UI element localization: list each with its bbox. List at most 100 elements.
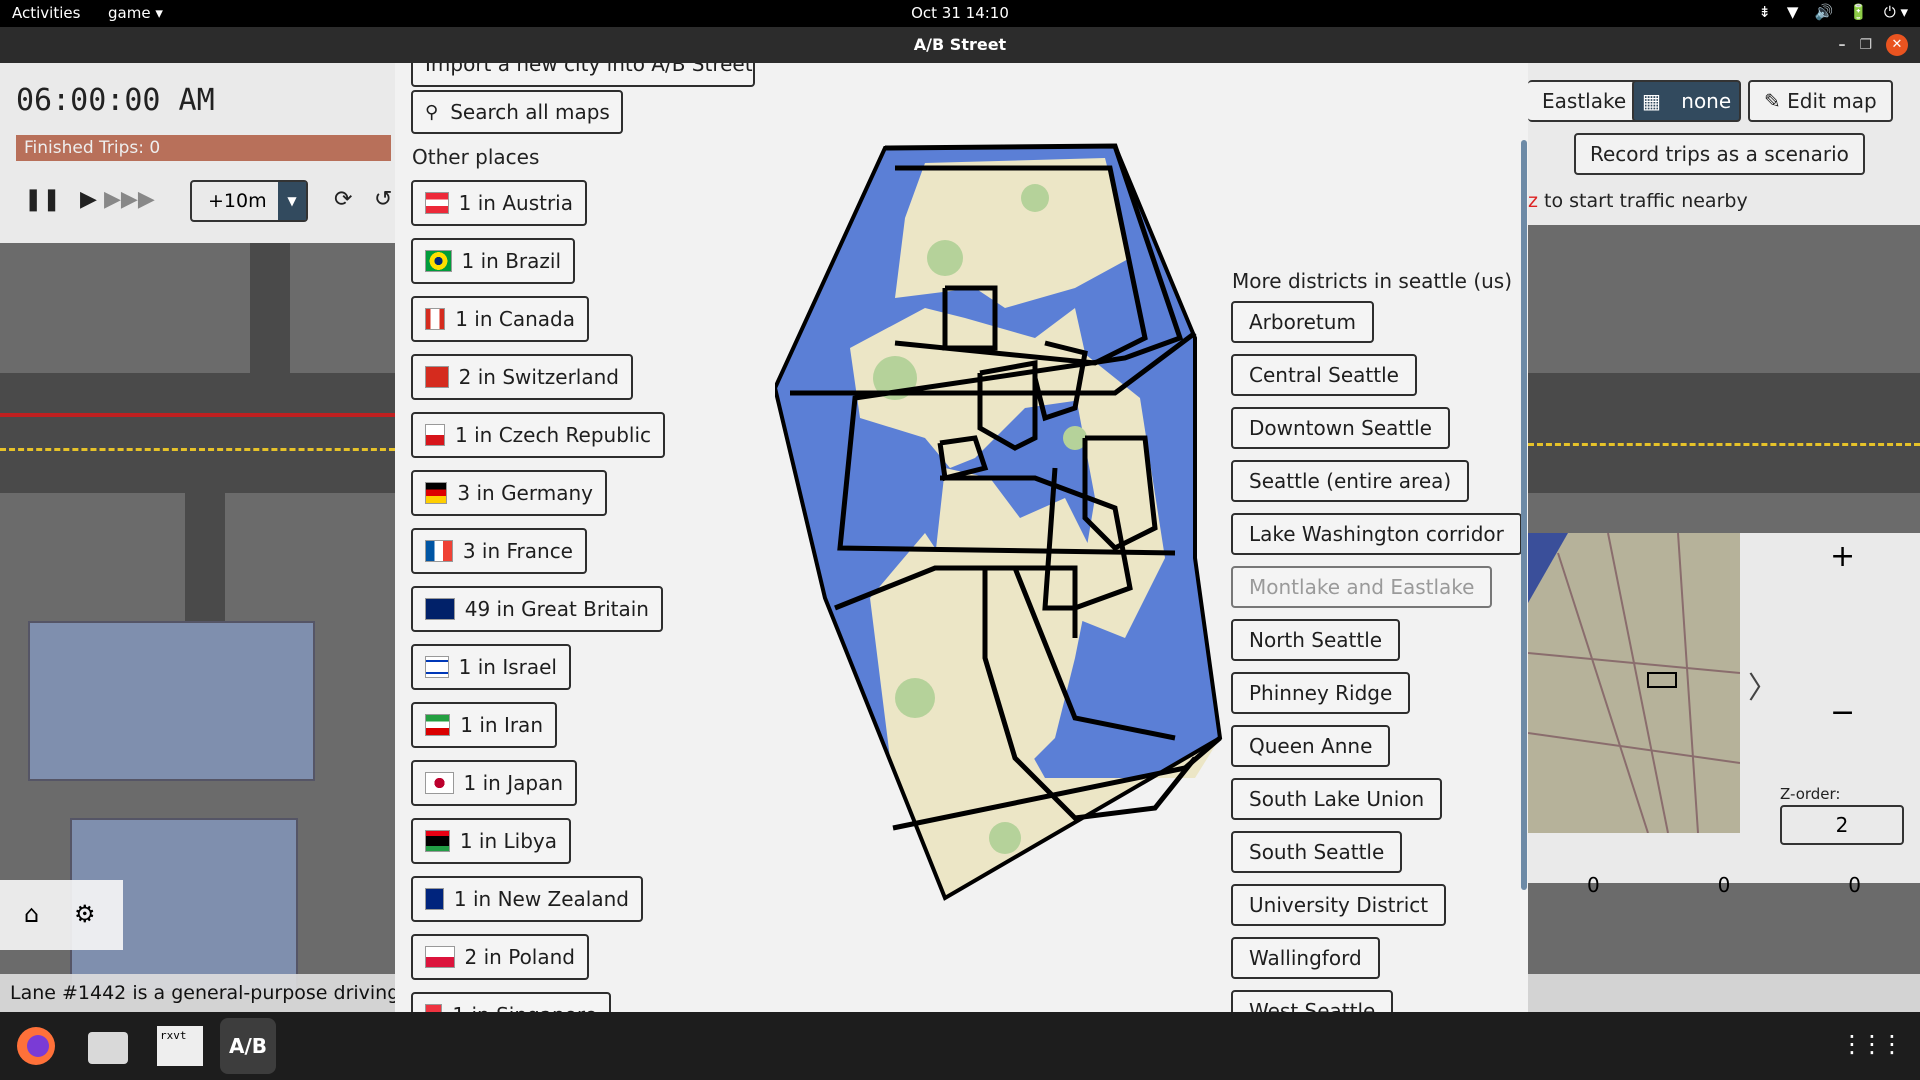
district-button[interactable]: Seattle (entire area) [1231, 460, 1470, 502]
district-button[interactable]: Downtown Seattle [1231, 407, 1450, 449]
country-button[interactable]: 1 in Israel [411, 644, 571, 690]
zoom-in-icon[interactable]: + [1830, 539, 1855, 574]
country-button[interactable]: 1 in New Zealand [411, 876, 643, 922]
wifi-icon[interactable]: ▼ [1787, 3, 1799, 21]
district-button[interactable]: Queen Anne [1231, 725, 1391, 767]
district-label: Phinney Ridge [1249, 681, 1393, 705]
district-button[interactable]: Phinney Ridge [1231, 672, 1411, 714]
abstreet-icon[interactable]: A/B [220, 1018, 276, 1074]
window-title: A/B Street [913, 35, 1007, 54]
district-button[interactable]: South Lake Union [1231, 778, 1443, 820]
clock[interactable]: Oct 31 14:10 [0, 4, 1920, 22]
scenario-picker[interactable]: ▦ none [1632, 80, 1742, 122]
bus-count: 0 [1717, 873, 1731, 897]
home-icon[interactable]: ⌂ [24, 900, 39, 928]
minimap[interactable] [1527, 532, 1741, 834]
district-button[interactable]: Wallingford [1231, 937, 1380, 979]
chevron-right-icon[interactable]: 〉 [1748, 663, 1778, 707]
country-button[interactable]: 1 in Libya [411, 818, 571, 864]
zoom-out-icon[interactable]: − [1830, 695, 1855, 730]
search-label: Search all maps [450, 100, 610, 124]
edit-map-button[interactable]: ✎ Edit map [1748, 80, 1893, 122]
volume-icon[interactable]: 🔊 [1814, 3, 1833, 21]
country-label: 1 in Austria [458, 191, 573, 215]
hint-key: z [1528, 190, 1538, 212]
seattle-districts-map[interactable] [775, 138, 1225, 968]
show-apps-icon[interactable]: ⋮⋮⋮ [1840, 1030, 1904, 1058]
district-label: North Seattle [1249, 628, 1383, 652]
country-button[interactable]: 1 in Iran [411, 702, 557, 748]
district-label: Central Seattle [1249, 363, 1399, 387]
fast-forward-icon[interactable]: ▶▶▶ [104, 187, 155, 212]
district-button[interactable]: North Seattle [1231, 619, 1401, 661]
minimize-button[interactable]: – [1838, 27, 1845, 63]
country-label: 1 in Japan [463, 771, 563, 795]
minimap-roads [1527, 532, 1741, 834]
country-button[interactable]: 2 in Poland [411, 934, 589, 980]
country-label: 1 in Libya [459, 829, 557, 853]
firefox-icon[interactable] [8, 1018, 64, 1074]
country-label: 1 in Singapore [452, 1003, 597, 1012]
flag-icon [425, 946, 455, 968]
country-button[interactable]: 3 in France [411, 528, 587, 574]
district-button[interactable]: Central Seattle [1231, 354, 1417, 396]
flag-icon [425, 598, 455, 620]
country-button[interactable]: 1 in Canada [411, 296, 589, 342]
battery-icon[interactable]: 🔋 [1849, 3, 1868, 21]
reset-icon[interactable]: ⟳ [334, 187, 352, 212]
folder-glyph [88, 1032, 128, 1064]
zorder-label: Z-order: [1780, 785, 1841, 803]
search-maps-button[interactable]: ⚲ Search all maps [411, 90, 623, 134]
district-label: Arboretum [1249, 310, 1356, 334]
hint-suffix: to start traffic nearby [1544, 190, 1748, 212]
flag-icon [425, 1004, 443, 1012]
country-button[interactable]: 1 in Austria [411, 180, 587, 226]
district-label: Lake Washington corridor [1249, 522, 1504, 546]
dialog-scrollbar[interactable] [1521, 140, 1527, 890]
other-places-heading: Other places [412, 145, 540, 169]
flag-icon [425, 714, 451, 736]
play-icon[interactable]: ▶ [80, 187, 97, 212]
close-button[interactable]: ✕ [1886, 34, 1908, 56]
country-label: 1 in Canada [455, 307, 575, 331]
road [250, 243, 290, 378]
scenario-value: none [1681, 89, 1732, 113]
zorder-input[interactable]: 2 [1780, 805, 1904, 845]
status-text: Lane #1442 is a general-purpose driving [10, 982, 400, 1004]
district-button[interactable]: Lake Washington corridor [1231, 513, 1522, 555]
country-button[interactable]: 1 in Singapore [411, 992, 611, 1012]
pause-icon[interactable]: ❚❚ [24, 187, 61, 212]
district-label: University District [1249, 893, 1429, 917]
record-trips-button[interactable]: Record trips as a scenario [1574, 133, 1865, 175]
gear-icon[interactable]: ⚙ [74, 900, 96, 928]
country-button[interactable]: 1 in Brazil [411, 238, 575, 284]
power-icon[interactable]: ⏻ ▾ [1884, 3, 1908, 21]
district-button[interactable]: South Seattle [1231, 831, 1403, 873]
flag-icon [425, 656, 449, 678]
step-dropdown[interactable]: +10m ▼ [190, 180, 308, 222]
system-tray[interactable]: ⇟ ▼ 🔊 🔋 ⏻ ▾ [1758, 3, 1908, 21]
map-picker-button[interactable]: Eastlake [1528, 80, 1643, 122]
flag-icon [425, 888, 444, 910]
maximize-button[interactable]: ❐ [1859, 27, 1872, 63]
country-button[interactable]: 3 in Germany [411, 470, 607, 516]
chevron-down-icon[interactable]: ▼ [278, 182, 306, 220]
dropbox-icon[interactable]: ⇟ [1758, 3, 1771, 21]
files-icon[interactable] [80, 1018, 136, 1074]
country-button[interactable]: 1 in Czech Republic [411, 412, 665, 458]
country-button[interactable]: 1 in Japan [411, 760, 577, 806]
terminal-icon[interactable]: rxvt [152, 1018, 208, 1074]
road-marking [1528, 443, 1920, 446]
sim-clock: 06:00:00 AM [16, 83, 215, 118]
district-button[interactable]: University District [1231, 884, 1447, 926]
zoom-controls: + − [1778, 533, 1908, 783]
country-button[interactable]: 2 in Switzerland [411, 354, 633, 400]
import-city-button[interactable]: Import a new city into A/B Street [411, 63, 755, 87]
district-label: Wallingford [1249, 946, 1362, 970]
flag-icon [425, 250, 452, 272]
country-button[interactable]: 49 in Great Britain [411, 586, 663, 632]
district-button[interactable]: Arboretum [1231, 301, 1374, 343]
district-label: West Seattle [1249, 999, 1376, 1012]
district-button[interactable]: West Seattle [1231, 990, 1394, 1012]
undo-icon[interactable]: ↺ [374, 187, 392, 212]
